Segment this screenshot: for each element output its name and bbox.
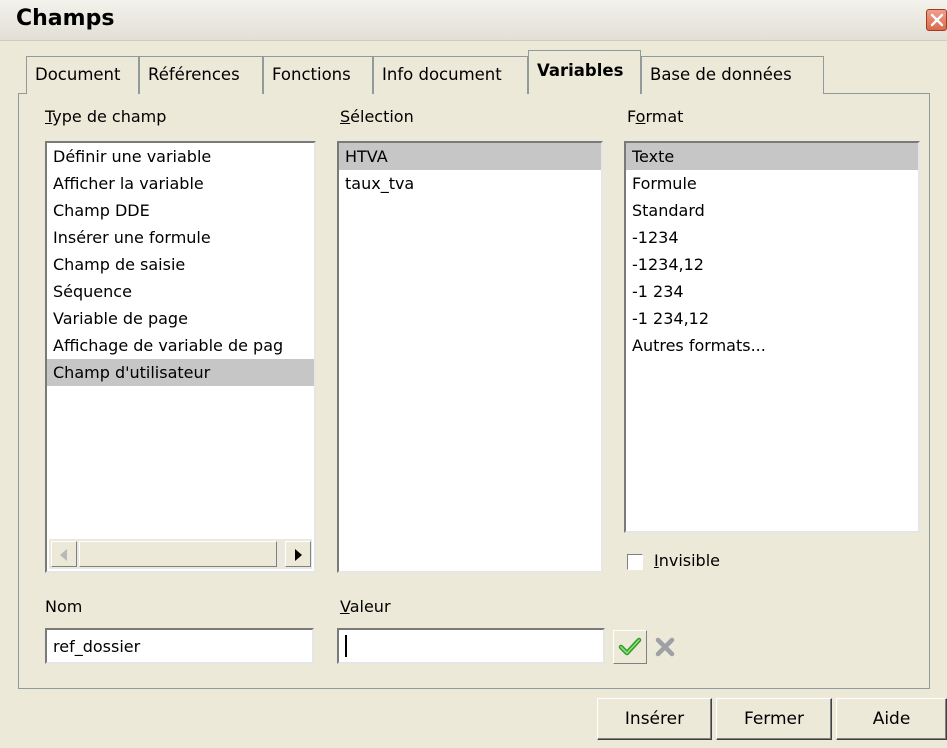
scroll-left-button[interactable]: [51, 541, 77, 567]
aide-button[interactable]: Aide: [836, 698, 947, 740]
apply-button[interactable]: [613, 630, 647, 664]
list-item-selected[interactable]: Champ d'utilisateur: [47, 359, 314, 386]
list-item[interactable]: Variable de page: [47, 305, 314, 332]
list-item[interactable]: -1234: [626, 224, 918, 251]
inserer-button[interactable]: Insérer: [597, 698, 712, 740]
valeur-field[interactable]: [337, 628, 605, 664]
invisible-label[interactable]: Invisible: [654, 551, 720, 570]
list-item[interactable]: -1 234,12: [626, 305, 918, 332]
list-item[interactable]: taux_tva: [339, 170, 601, 197]
format-list[interactable]: Texte Formule Standard -1234 -1234,12 -1…: [624, 141, 920, 533]
type-champ-label: Type de champ: [45, 107, 167, 126]
tab-fonctions[interactable]: Fonctions: [263, 56, 373, 94]
list-item[interactable]: -1234,12: [626, 251, 918, 278]
tab-document[interactable]: Document: [26, 56, 139, 94]
list-item[interactable]: Formule: [626, 170, 918, 197]
nom-label: Nom: [45, 597, 83, 616]
format-label: Format: [627, 107, 684, 126]
list-item[interactable]: Afficher la variable: [47, 170, 314, 197]
list-item[interactable]: Champ de saisie: [47, 251, 314, 278]
list-item[interactable]: Standard: [626, 197, 918, 224]
tab-variables[interactable]: Variables: [528, 50, 641, 94]
horizontal-scrollbar[interactable]: [49, 539, 312, 569]
arrow-left-icon: [60, 549, 67, 561]
list-item[interactable]: Champ DDE: [47, 197, 314, 224]
list-item[interactable]: Insérer une formule: [47, 224, 314, 251]
selection-label: Sélection: [340, 107, 414, 126]
nom-field[interactable]: [45, 628, 314, 664]
list-item[interactable]: Définir une variable: [47, 143, 314, 170]
tab-references[interactable]: Références: [139, 56, 263, 94]
list-item[interactable]: Séquence: [47, 278, 314, 305]
invisible-checkbox[interactable]: [627, 554, 643, 570]
close-button[interactable]: [926, 9, 947, 31]
fermer-button[interactable]: Fermer: [716, 698, 832, 740]
window-title: Champs: [16, 6, 115, 31]
list-item-selected[interactable]: Texte: [626, 143, 918, 170]
cancel-button[interactable]: [648, 630, 682, 664]
check-icon: [618, 637, 642, 656]
arrow-right-icon: [295, 549, 302, 561]
list-item-selected[interactable]: HTVA: [339, 143, 601, 170]
selection-list[interactable]: HTVA taux_tva: [337, 141, 603, 573]
valeur-label: Valeur: [340, 597, 391, 616]
text-cursor: [345, 635, 347, 657]
title-bar: Champs: [0, 0, 947, 41]
tab-base-de-donnees[interactable]: Base de données: [641, 56, 824, 94]
type-champ-list[interactable]: Définir une variable Afficher la variabl…: [45, 141, 316, 573]
tab-info-document[interactable]: Info document: [373, 56, 528, 94]
scroll-right-button[interactable]: [285, 541, 311, 567]
list-item[interactable]: -1 234: [626, 278, 918, 305]
scroll-thumb[interactable]: [79, 541, 277, 567]
list-item[interactable]: Affichage de variable de pag: [47, 332, 314, 359]
cross-icon: [655, 637, 675, 657]
list-item[interactable]: Autres formats...: [626, 332, 918, 359]
close-icon: [930, 13, 944, 27]
